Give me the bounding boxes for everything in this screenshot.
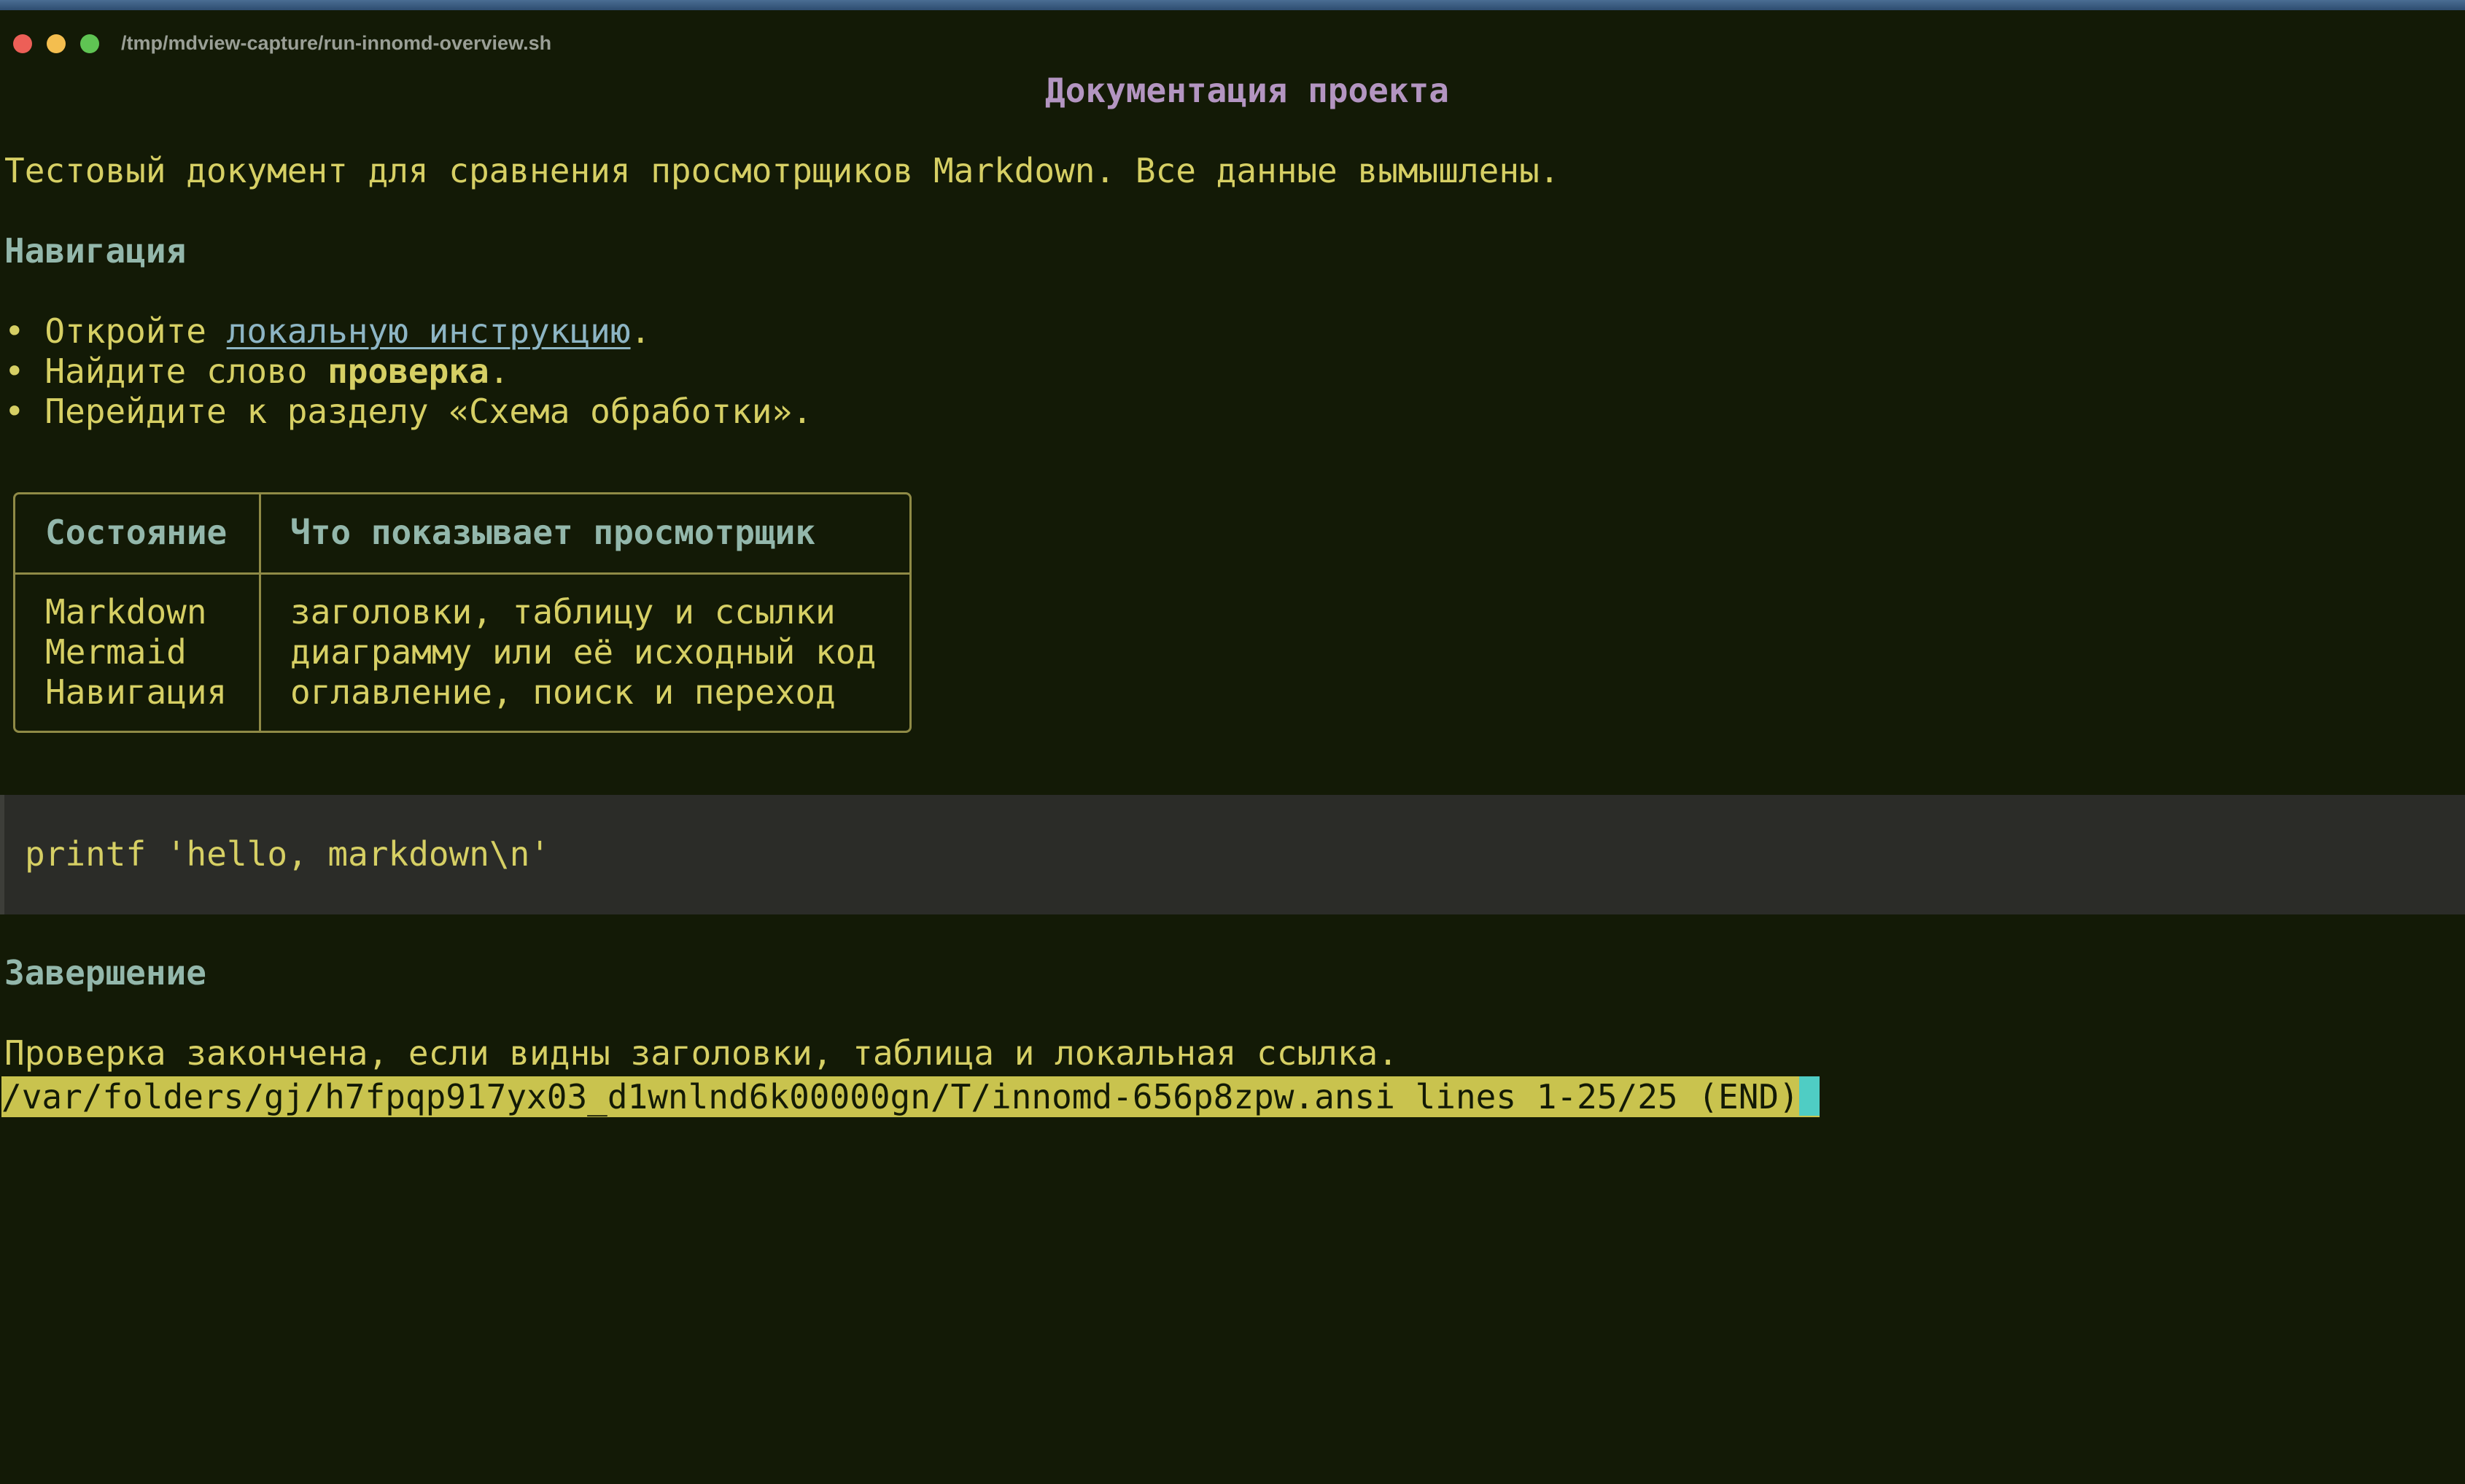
desktop-menubar-strip bbox=[0, 0, 2465, 10]
local-instruction-link[interactable]: локальную инструкцию bbox=[227, 311, 631, 351]
bullet-text: • Найдите слово bbox=[4, 351, 328, 391]
close-button[interactable] bbox=[13, 34, 32, 53]
nav-heading: Навигация bbox=[4, 231, 187, 271]
table-cell: Навигация bbox=[45, 672, 228, 712]
terminal-content[interactable]: Документация проекта Тестовый документ д… bbox=[0, 61, 2465, 1484]
minimize-button[interactable] bbox=[47, 34, 66, 53]
bullet-item-1: • Откройте локальную инструкцию. bbox=[4, 311, 651, 351]
status-table: Состояние Что показывает просмотрщик Mar… bbox=[13, 492, 912, 733]
table-cell: заголовки, таблицу и ссылки bbox=[290, 592, 836, 632]
pager-status-line: /var/folders/gj/h7fpqp917yx03_d1wnlnd6k0… bbox=[1, 1076, 1820, 1117]
window-title: /tmp/mdview-capture/run-innomd-overview.… bbox=[121, 32, 552, 54]
bullet-item-3: • Перейдите к разделу «Схема обработки». bbox=[4, 392, 812, 431]
window-titlebar[interactable]: /tmp/mdview-capture/run-innomd-overview.… bbox=[0, 10, 2465, 61]
bullet-text-end: . bbox=[630, 311, 651, 351]
finish-paragraph: Проверка закончена, если видны заголовки… bbox=[4, 1033, 1398, 1073]
bullet-item-2: • Найдите слово проверка. bbox=[4, 351, 509, 392]
table-header-state: Состояние bbox=[45, 513, 228, 552]
document-title: Документация проекта bbox=[1045, 71, 1449, 110]
table-header-divider bbox=[15, 572, 909, 575]
code-block: printf 'hello, markdown\n' bbox=[0, 795, 2465, 914]
table-cell: Markdown bbox=[45, 592, 207, 632]
intro-paragraph: Тестовый документ для сравнения просмотр… bbox=[4, 151, 1560, 190]
table-header-shows: Что показывает просмотрщик bbox=[290, 513, 816, 552]
terminal-window: /tmp/mdview-capture/run-innomd-overview.… bbox=[0, 0, 2465, 1484]
finish-heading: Завершение bbox=[4, 953, 206, 992]
terminal-cursor bbox=[1798, 1076, 1820, 1116]
pager-status-text: /var/folders/gj/h7fpqp917yx03_d1wnlnd6k0… bbox=[1, 1077, 1799, 1116]
code-line: printf 'hello, markdown\n' bbox=[25, 834, 551, 874]
zoom-button[interactable] bbox=[80, 34, 99, 53]
table-column-divider bbox=[259, 494, 261, 731]
table-cell: диаграмму или её исходный код bbox=[290, 632, 877, 672]
table-cell: оглавление, поиск и переход bbox=[290, 672, 836, 712]
bullet-text: • Откройте bbox=[4, 311, 227, 351]
bullet-text-end: . bbox=[489, 351, 510, 391]
table-cell: Mermaid bbox=[45, 632, 187, 672]
bold-word: проверка bbox=[327, 351, 489, 391]
